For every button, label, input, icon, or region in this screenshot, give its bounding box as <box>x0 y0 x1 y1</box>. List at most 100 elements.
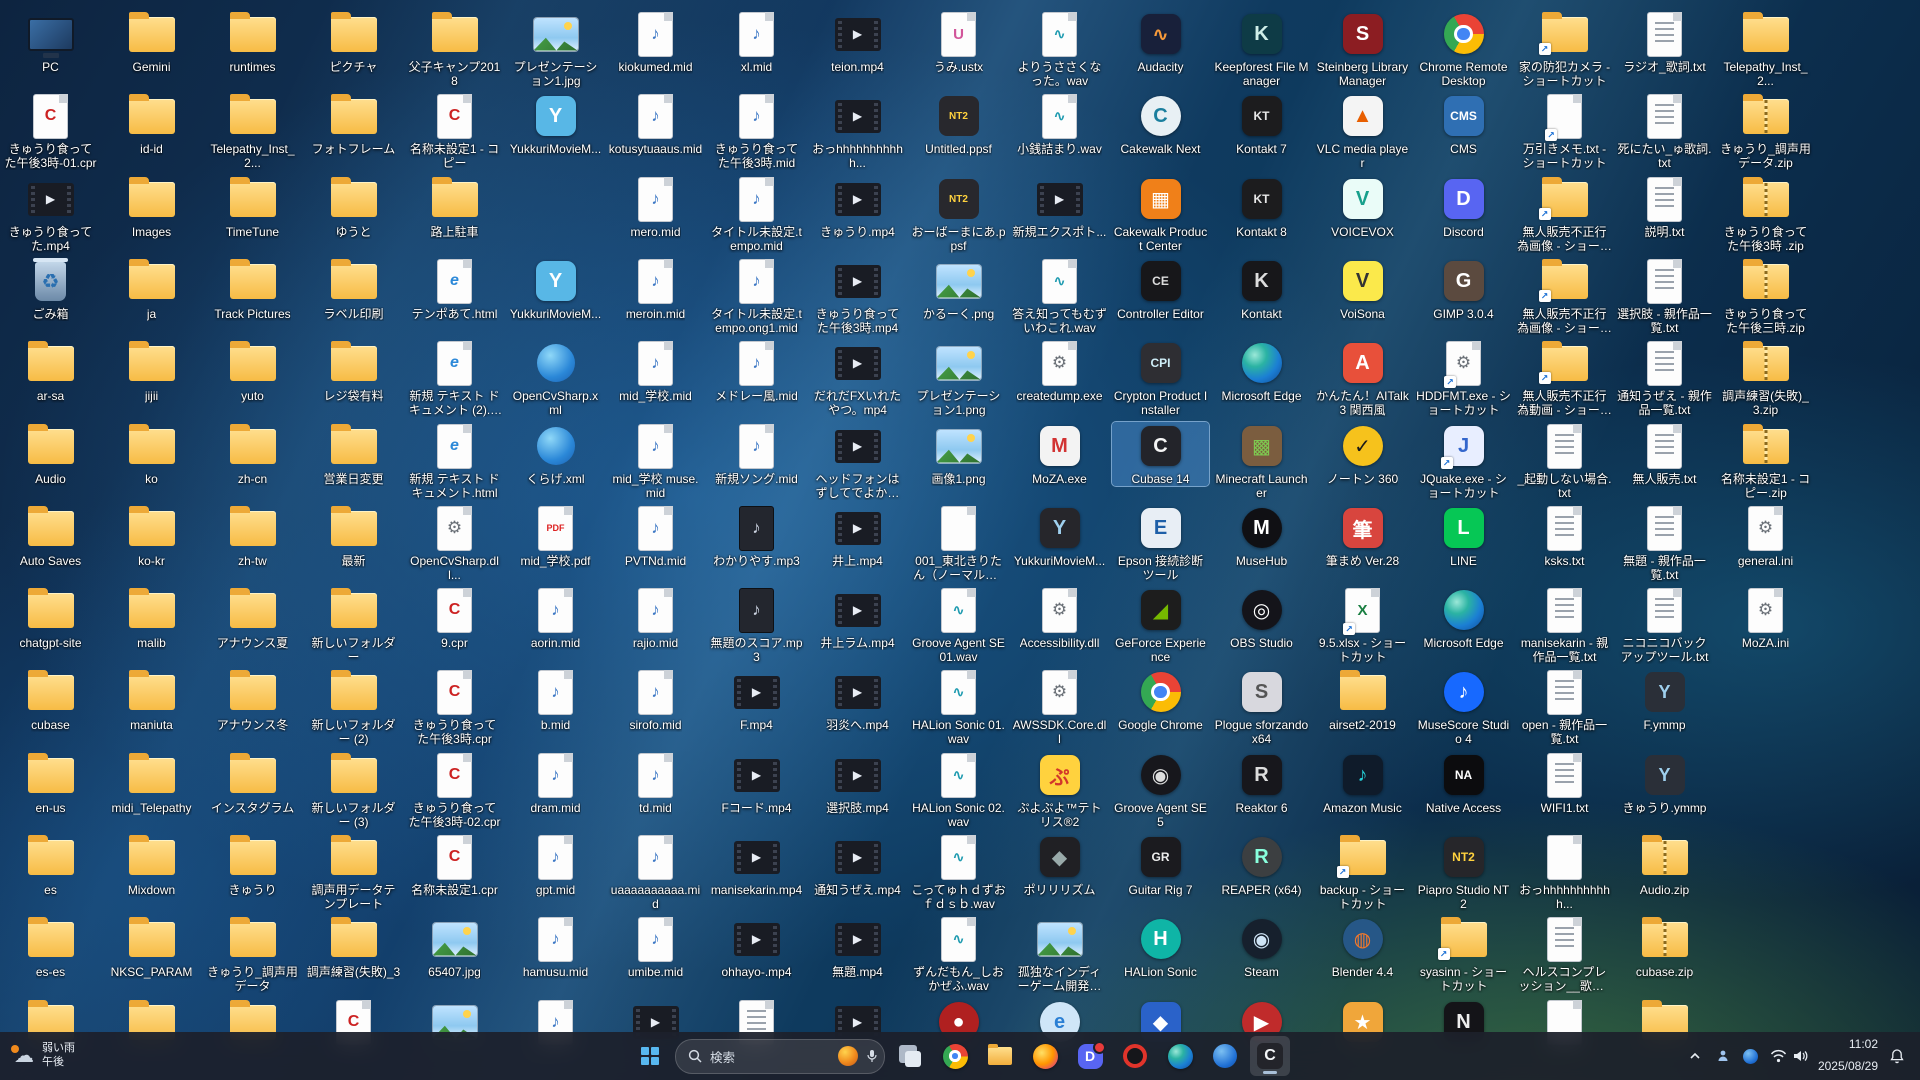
desktop-icon[interactable]: きゅうり食ってた午後3時 .zip <box>1717 175 1814 253</box>
taskbar-app-discord[interactable]: D <box>1070 1036 1110 1076</box>
desktop-icon[interactable]: ♪ meroin.mid <box>607 257 704 321</box>
desktop-icon[interactable]: runtimes <box>204 10 301 74</box>
desktop-icon[interactable]: C Cakewalk Next <box>1112 92 1209 156</box>
desktop-icon[interactable]: Auto Saves <box>2 504 99 568</box>
desktop-icon[interactable]: ♪ dram.mid <box>507 751 604 815</box>
desktop-icon[interactable]: S Plogue sforzando x64 <box>1213 668 1310 746</box>
desktop-icon[interactable]: malib <box>103 586 200 650</box>
desktop-icon[interactable]: ◉ Steam <box>1213 915 1310 979</box>
desktop-icon[interactable]: maniuta <box>103 668 200 732</box>
desktop-icon[interactable]: en-us <box>2 751 99 815</box>
desktop-icon[interactable]: zh-cn <box>204 422 301 486</box>
desktop-icon[interactable]: S Steinberg Library Manager <box>1314 10 1411 88</box>
desktop-icon[interactable]: ♻ ごみ箱 <box>2 257 99 321</box>
desktop-icon[interactable]: ▶ きゅうり食ってた.mp4 <box>2 175 99 253</box>
desktop-icon[interactable]: Images <box>103 175 200 239</box>
desktop-icon[interactable]: NA Native Access <box>1415 751 1512 815</box>
desktop-icon[interactable]: ▶ だれだFXいれたやつ。mp4 <box>809 339 906 417</box>
desktop-icon[interactable]: cubase.zip <box>1616 915 1713 979</box>
taskbar-app-firefox[interactable] <box>1025 1036 1065 1076</box>
desktop-icon[interactable]: きゅうり_調声用データ <box>204 915 301 993</box>
desktop-icon[interactable]: NT2 Untitled.ppsf <box>910 92 1007 156</box>
desktop-icon[interactable]: 調声練習(失敗)_3.zip <box>1717 339 1814 417</box>
desktop-icon[interactable]: ar-sa <box>2 339 99 403</box>
desktop-icon[interactable]: ♪ 新規ソング.mid <box>708 422 805 486</box>
taskbar-app-file-explorer[interactable] <box>980 1036 1020 1076</box>
desktop-icon[interactable]: ▶ 選択肢.mp4 <box>809 751 906 815</box>
desktop-icon[interactable]: R REAPER (x64) <box>1213 833 1310 897</box>
desktop-icon[interactable]: 新しいフォルダー <box>305 586 402 664</box>
desktop-icon[interactable]: 営業日変更 <box>305 422 402 486</box>
desktop-icon[interactable]: ▦ Cakewalk Product Center <box>1112 175 1209 253</box>
microphone-icon[interactable] <box>866 1049 878 1063</box>
desktop-icon[interactable]: Telepathy_Inst_2... <box>1717 10 1814 88</box>
desktop-icon[interactable]: 無人販売.txt <box>1616 422 1713 486</box>
desktop-icon[interactable]: NT2 Piapro Studio NT2 <box>1415 833 1512 911</box>
desktop-icon[interactable]: きゅうり_調声用データ.zip <box>1717 92 1814 170</box>
desktop-icon[interactable]: くらげ.xml <box>507 422 604 486</box>
desktop-icon[interactable]: ♪ td.mid <box>607 751 704 815</box>
desktop-icon[interactable]: 万引きメモ.txt - ショートカット <box>1516 92 1613 170</box>
desktop-icon[interactable]: ∿ ずんだもん_しおかぜふ.wav <box>910 915 1007 993</box>
desktop-icon[interactable]: Y YukkuriMovieM... <box>1011 504 1108 568</box>
taskbar-app-chrome[interactable] <box>935 1036 975 1076</box>
desktop-icon[interactable]: 名称未設定1 - コピー.zip <box>1717 422 1814 500</box>
desktop-icon[interactable]: ko-kr <box>103 504 200 568</box>
desktop-icon[interactable]: M MoZA.exe <box>1011 422 1108 486</box>
desktop-icon[interactable]: Microsoft Edge <box>1213 339 1310 403</box>
desktop-icon[interactable]: ksks.txt <box>1516 504 1613 568</box>
desktop-icon[interactable]: ♪ mid_学校 muse.mid <box>607 422 704 500</box>
desktop-icon[interactable]: ∿ Groove Agent SE 01.wav <box>910 586 1007 664</box>
desktop-icon[interactable]: C 名称未設定1 - コピー <box>406 92 503 170</box>
desktop-icon[interactable]: Telepathy_Inst_2... <box>204 92 301 170</box>
desktop-icon[interactable]: Audio <box>2 422 99 486</box>
desktop-icon[interactable]: ⚙ createdump.exe <box>1011 339 1108 403</box>
desktop-icon[interactable]: 無人販売不正行為画像 - ショートカツ... <box>1516 175 1613 253</box>
desktop-icon[interactable]: KT Kontakt 8 <box>1213 175 1310 239</box>
desktop-icon[interactable]: ▩ Minecraft Launcher <box>1213 422 1310 500</box>
desktop-icon[interactable]: 画像1.png <box>910 422 1007 486</box>
desktop-icon[interactable]: ▶ ohhayo-.mp4 <box>708 915 805 979</box>
desktop-icon[interactable]: ∿ 小銭詰まり.wav <box>1011 92 1108 156</box>
desktop-icon[interactable]: きゅうり <box>204 833 301 897</box>
taskbar-app-cubase[interactable]: C <box>1250 1036 1290 1076</box>
desktop-icon[interactable]: ♪ メドレー風.mid <box>708 339 805 403</box>
desktop-icon[interactable]: id-id <box>103 92 200 156</box>
desktop-icon[interactable]: プレゼンテーション1.jpg <box>507 10 604 88</box>
desktop-icon[interactable]: H HALion Sonic <box>1112 915 1209 979</box>
desktop-icon[interactable]: Gemini <box>103 10 200 74</box>
weather-widget[interactable]: ☁ 弱い雨 午後 <box>4 1036 85 1076</box>
desktop-icon[interactable]: V VoiSona <box>1314 257 1411 321</box>
desktop-icon[interactable]: ⚙ MoZA.ini <box>1717 586 1814 650</box>
desktop-icon[interactable]: R Reaktor 6 <box>1213 751 1310 815</box>
desktop-icon[interactable]: 孤独なインディーゲーム開発者の一生... <box>1011 915 1108 993</box>
desktop-icon[interactable]: 無人販売不正行為動画 - ショートカット <box>1516 339 1613 417</box>
desktop-icon[interactable]: ⚙ OpenCvSharp.dll... <box>406 504 503 582</box>
desktop-icon[interactable]: ∿ Audacity <box>1112 10 1209 74</box>
desktop-icon[interactable]: ▶ きゅうり.mp4 <box>809 175 906 239</box>
desktop-icon[interactable]: ピクチャ <box>305 10 402 74</box>
desktop-icon[interactable]: ♪ PVTNd.mid <box>607 504 704 568</box>
desktop-icon[interactable]: ▶ Fコード.mp4 <box>708 751 805 815</box>
desktop-icon[interactable]: C きゅうり食ってた午後3時-01.cpr <box>2 92 99 170</box>
desktop-icon[interactable]: ▶ 羽炎へ.mp4 <box>809 668 906 732</box>
tray-person-icon-button[interactable] <box>1710 1038 1736 1074</box>
desktop-icon[interactable]: ♪ b.mid <box>507 668 604 732</box>
desktop-icon[interactable]: ◉ Groove Agent SE 5 <box>1112 751 1209 829</box>
desktop-icon[interactable]: TimeTune <box>204 175 301 239</box>
desktop-icon[interactable]: ▲ VLC media player <box>1314 92 1411 170</box>
start-button[interactable] <box>630 1036 670 1076</box>
notification-center-button[interactable] <box>1884 1038 1910 1074</box>
desktop-icon[interactable]: 65407.jpg <box>406 915 503 979</box>
desktop-icon[interactable]: KT Kontakt 7 <box>1213 92 1310 156</box>
desktop-icon[interactable]: X9.5.xlsx - ショートカット <box>1314 586 1411 664</box>
desktop-icon[interactable]: ⚙ AWSSDK.Core.dll <box>1011 668 1108 746</box>
desktop-icon[interactable]: ♪ わかりやす.mp3 <box>708 504 805 568</box>
desktop-icon[interactable]: ♪ rajio.mid <box>607 586 704 650</box>
desktop-icon[interactable]: e 新規 テキスト ドキュメント.html <box>406 422 503 500</box>
desktop-icon[interactable]: K Keepforest File Manager <box>1213 10 1310 88</box>
desktop-icon[interactable]: K Kontakt <box>1213 257 1310 321</box>
desktop-icon[interactable]: 調声用データテンプレート <box>305 833 402 911</box>
desktop-icon[interactable]: ▶ きゅうり食ってた午後3時.mp4 <box>809 257 906 335</box>
desktop-icon[interactable]: PDF mid_学校.pdf <box>507 504 604 568</box>
